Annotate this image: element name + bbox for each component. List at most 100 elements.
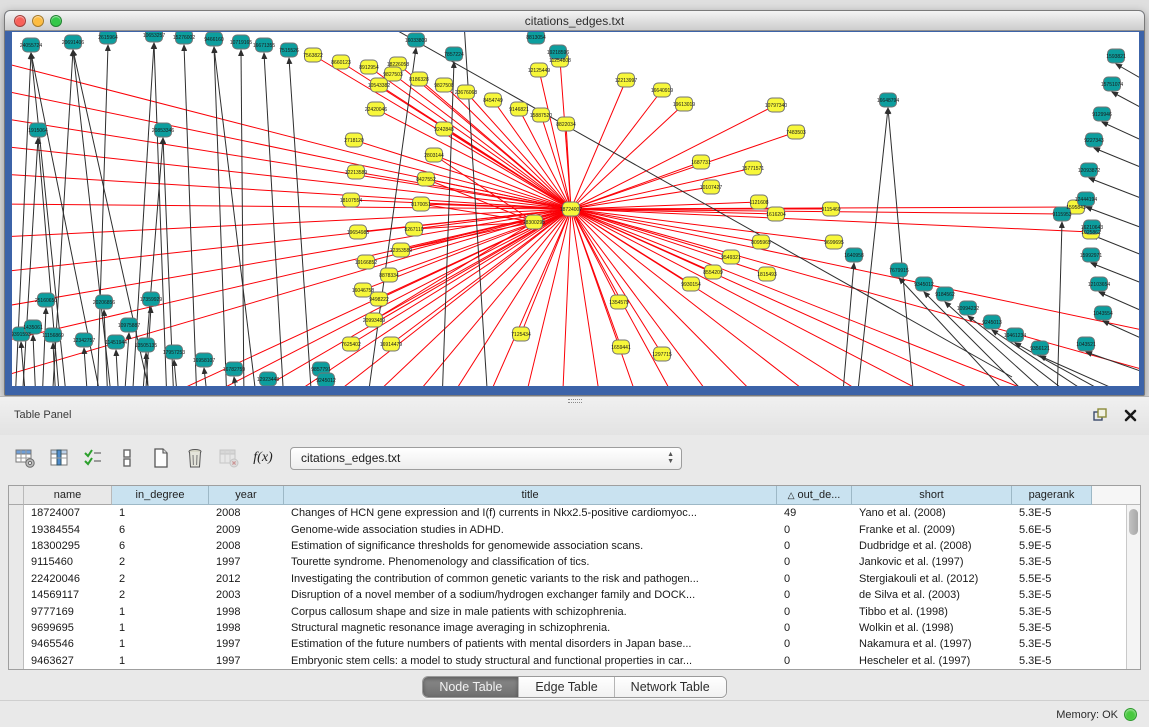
cell-in_degree[interactable]: 1 bbox=[112, 653, 209, 669]
cell-pagerank[interactable]: 5.3E-5 bbox=[1012, 620, 1092, 636]
cell-in_degree[interactable]: 2 bbox=[112, 587, 209, 603]
column-header-pagerank[interactable]: pagerank bbox=[1012, 486, 1092, 505]
cell-year[interactable]: 2008 bbox=[209, 538, 284, 554]
cell-title[interactable]: Investigating the contribution of common… bbox=[284, 571, 777, 587]
cell-out_de[interactable]: 0 bbox=[777, 538, 852, 554]
cell-year[interactable]: 1998 bbox=[209, 620, 284, 636]
column-header-in_degree[interactable]: in_degree bbox=[112, 486, 209, 505]
cell-year[interactable]: 1997 bbox=[209, 653, 284, 669]
cell-out_de[interactable]: 0 bbox=[777, 620, 852, 636]
cell-out_de[interactable]: 0 bbox=[777, 587, 852, 603]
cell-title[interactable]: Structural magnetic resonance image aver… bbox=[284, 620, 777, 636]
cell-in_degree[interactable]: 2 bbox=[112, 571, 209, 587]
cell-name[interactable]: 9465546 bbox=[24, 636, 112, 652]
cell-out_de[interactable]: 0 bbox=[777, 636, 852, 652]
cell-title[interactable]: Genome-wide association studies in ADHD. bbox=[284, 521, 777, 537]
panel-resize-grip[interactable] bbox=[568, 399, 582, 403]
cell-year[interactable]: 1998 bbox=[209, 603, 284, 619]
cell-title[interactable]: Estimation of the future numbers of pati… bbox=[284, 636, 777, 652]
cell-pagerank[interactable]: 5.6E-5 bbox=[1012, 521, 1092, 537]
column-header-out_de[interactable]: △out_de... bbox=[777, 486, 852, 505]
cell-pagerank[interactable]: 5.3E-5 bbox=[1012, 587, 1092, 603]
table-select-combo[interactable]: citations_edges.txt ▲▼ bbox=[290, 447, 682, 470]
table-row[interactable]: 1830029562008Estimation of significance … bbox=[9, 538, 1140, 554]
table-row[interactable]: 1872400712008Changes of HCN gene express… bbox=[9, 505, 1140, 521]
column-header-year[interactable]: year bbox=[209, 486, 284, 505]
cell-name[interactable]: 22420046 bbox=[24, 571, 112, 587]
cell-name[interactable]: 19384554 bbox=[24, 521, 112, 537]
select-columns-button[interactable] bbox=[78, 443, 108, 473]
cell-out_de[interactable]: 0 bbox=[777, 554, 852, 570]
cell-pagerank[interactable]: 5.3E-5 bbox=[1012, 603, 1092, 619]
cell-name[interactable]: 9699695 bbox=[24, 620, 112, 636]
cell-short[interactable]: Wolkin et al. (1998) bbox=[852, 620, 1012, 636]
cell-in_degree[interactable]: 1 bbox=[112, 636, 209, 652]
table-row[interactable]: 969969511998Structural magnetic resonanc… bbox=[9, 620, 1140, 636]
network-window[interactable]: citations_edges.txt 75638228660123891295… bbox=[4, 10, 1145, 396]
column-header-name[interactable]: name bbox=[24, 486, 112, 505]
cell-short[interactable]: de Silva et al. (2003) bbox=[852, 587, 1012, 603]
function-builder-button[interactable]: f(x) bbox=[248, 443, 278, 473]
network-canvas[interactable]: 7563822866012389129541822605898275038186… bbox=[12, 32, 1139, 386]
cell-year[interactable]: 2012 bbox=[209, 571, 284, 587]
cell-year[interactable]: 1997 bbox=[209, 554, 284, 570]
cell-name[interactable]: 14569117 bbox=[24, 587, 112, 603]
cell-out_de[interactable]: 0 bbox=[777, 571, 852, 587]
table-row[interactable]: 2242004622012Investigating the contribut… bbox=[9, 571, 1140, 587]
cell-pagerank[interactable]: 5.3E-5 bbox=[1012, 653, 1092, 669]
cell-title[interactable]: Estimation of significance thresholds fo… bbox=[284, 538, 777, 554]
row-height-button[interactable] bbox=[112, 443, 142, 473]
tab-network-table[interactable]: Network Table bbox=[615, 677, 726, 697]
cell-in_degree[interactable]: 1 bbox=[112, 620, 209, 636]
cell-in_degree[interactable]: 6 bbox=[112, 538, 209, 554]
cell-name[interactable]: 9777169 bbox=[24, 603, 112, 619]
cell-short[interactable]: Franke et al. (2009) bbox=[852, 521, 1012, 537]
cell-title[interactable]: Tourette syndrome. Phenomenology and cla… bbox=[284, 554, 777, 570]
cell-title[interactable]: Disruption of a novel member of a sodium… bbox=[284, 587, 777, 603]
cell-name[interactable]: 9463627 bbox=[24, 653, 112, 669]
cell-in_degree[interactable]: 1 bbox=[112, 603, 209, 619]
cell-short[interactable]: Jankovic et al. (1997) bbox=[852, 554, 1012, 570]
table-row[interactable]: 946554611997Estimation of the future num… bbox=[9, 636, 1140, 652]
cell-out_de[interactable]: 0 bbox=[777, 653, 852, 669]
show-columns-button[interactable] bbox=[44, 443, 74, 473]
cell-short[interactable]: Dudbridge et al. (2008) bbox=[852, 538, 1012, 554]
scrollbar-thumb[interactable] bbox=[1129, 509, 1138, 535]
cell-out_de[interactable]: 0 bbox=[777, 521, 852, 537]
column-header-title[interactable]: title bbox=[284, 486, 777, 505]
cell-year[interactable]: 2009 bbox=[209, 521, 284, 537]
vertical-scrollbar[interactable] bbox=[1126, 505, 1140, 669]
cell-pagerank[interactable]: 5.3E-5 bbox=[1012, 636, 1092, 652]
cell-pagerank[interactable]: 5.3E-5 bbox=[1012, 505, 1092, 521]
table-row[interactable]: 1456911722003Disruption of a novel membe… bbox=[9, 587, 1140, 603]
table-row[interactable]: 977716911998Corpus callosum shape and si… bbox=[9, 603, 1140, 619]
column-header-short[interactable]: short bbox=[852, 486, 1012, 505]
cell-short[interactable]: Tibbo et al. (1998) bbox=[852, 603, 1012, 619]
cell-year[interactable]: 1997 bbox=[209, 636, 284, 652]
cell-title[interactable]: Changes of HCN gene expression and I(f) … bbox=[284, 505, 777, 521]
cell-short[interactable]: Stergiakouli et al. (2012) bbox=[852, 571, 1012, 587]
table-row[interactable]: 911546021997Tourette syndrome. Phenomeno… bbox=[9, 554, 1140, 570]
table-row[interactable]: 946362711997Embryonic stem cells: a mode… bbox=[9, 653, 1140, 669]
cell-year[interactable]: 2003 bbox=[209, 587, 284, 603]
cell-short[interactable]: Hescheler et al. (1997) bbox=[852, 653, 1012, 669]
close-window-button[interactable] bbox=[14, 15, 26, 27]
cell-name[interactable]: 18724007 bbox=[24, 505, 112, 521]
zoom-window-button[interactable] bbox=[50, 15, 62, 27]
cell-name[interactable]: 18300295 bbox=[24, 538, 112, 554]
cell-in_degree[interactable]: 1 bbox=[112, 505, 209, 521]
cell-short[interactable]: Yano et al. (2008) bbox=[852, 505, 1012, 521]
minimize-window-button[interactable] bbox=[32, 15, 44, 27]
cell-year[interactable]: 2008 bbox=[209, 505, 284, 521]
delete-column-button[interactable] bbox=[180, 443, 210, 473]
cell-short[interactable]: Nakamura et al. (1997) bbox=[852, 636, 1012, 652]
new-column-button[interactable] bbox=[146, 443, 176, 473]
cell-name[interactable]: 9115460 bbox=[24, 554, 112, 570]
table-row[interactable]: 1938455462009Genome-wide association stu… bbox=[9, 521, 1140, 537]
cell-pagerank[interactable]: 5.5E-5 bbox=[1012, 571, 1092, 587]
tab-node-table[interactable]: Node Table bbox=[423, 677, 519, 697]
network-window-titlebar[interactable]: citations_edges.txt bbox=[5, 11, 1144, 31]
cell-title[interactable]: Embryonic stem cells: a model to study s… bbox=[284, 653, 777, 669]
cell-in_degree[interactable]: 2 bbox=[112, 554, 209, 570]
float-panel-button[interactable] bbox=[1091, 406, 1109, 424]
